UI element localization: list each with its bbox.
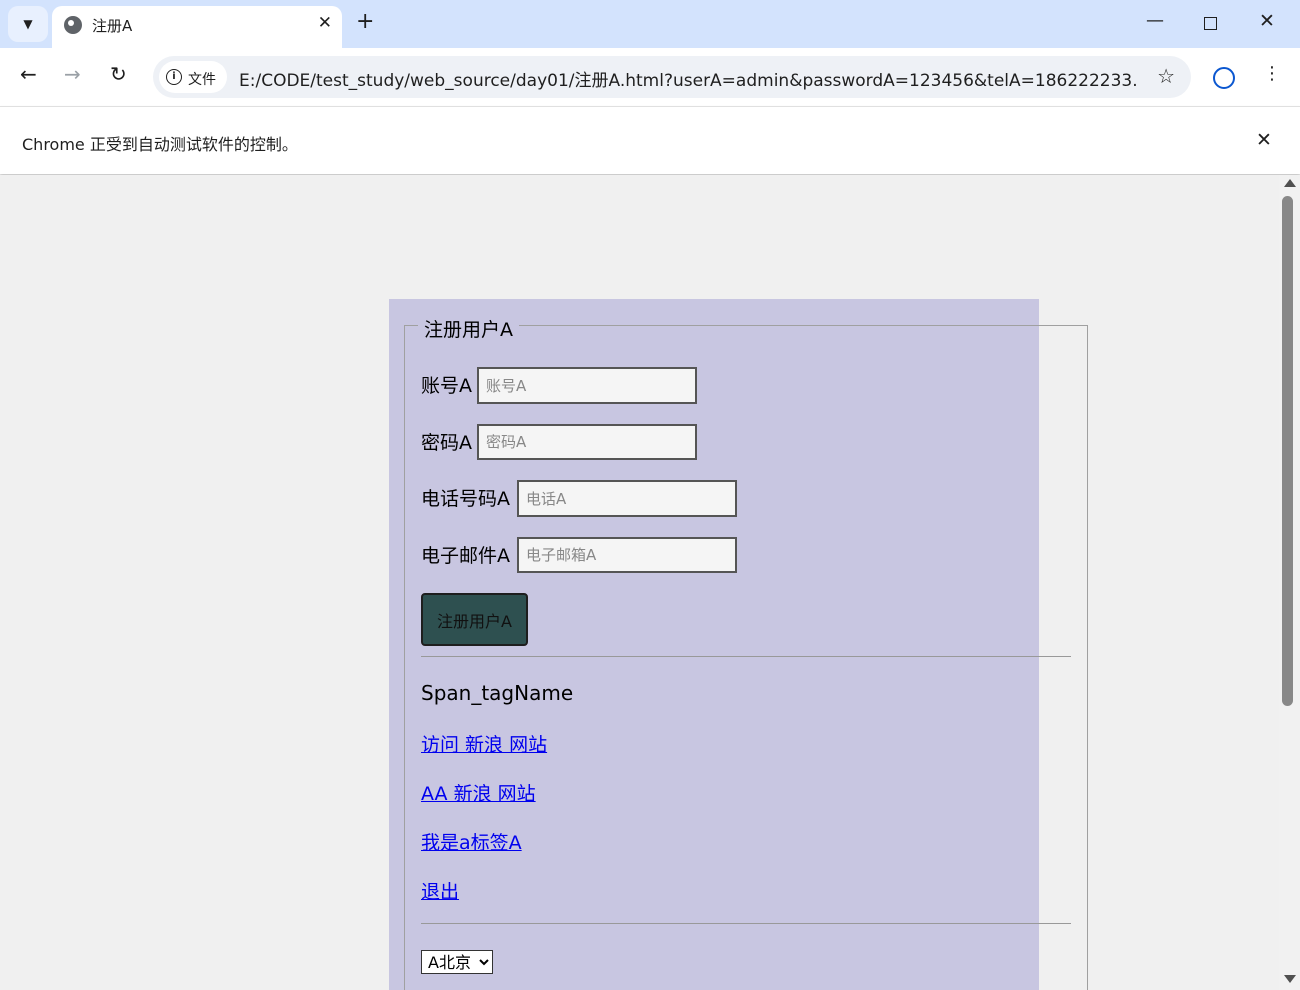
menu-icon[interactable]: ⋮ [1263,63,1281,84]
phone-input[interactable] [517,480,737,517]
address-bar[interactable]: i 文件 E:/CODE/test_study/web_source/day01… [153,56,1191,98]
maximize-icon[interactable] [1204,17,1217,30]
account-input[interactable] [477,367,697,404]
span-text: Span_tagName [421,681,574,705]
minimize-icon[interactable]: — [1146,10,1164,31]
globe-icon [64,16,82,34]
info-icon: i [166,69,182,85]
city-select[interactable]: A北京 [421,950,493,974]
link-exit[interactable]: 退出 [421,877,459,904]
password-label: 密码A [421,432,472,454]
infobar-close-icon[interactable]: ✕ [1256,129,1272,151]
link-a-tag[interactable]: 我是a标签A [421,828,522,855]
profile-icon[interactable] [1213,67,1235,89]
fieldset-legend: 注册用户A [418,315,519,342]
divider [421,923,1071,924]
vertical-scrollbar[interactable] [1279,175,1300,990]
scroll-thumb[interactable] [1282,196,1293,706]
account-label: 账号A [421,375,472,397]
infobar-message: Chrome 正受到自动测试软件的控制。 [22,135,298,154]
tab-close-icon[interactable]: ✕ [318,13,332,33]
email-label: 电子邮件A [421,545,510,567]
new-tab-button[interactable]: + [356,9,374,34]
email-input[interactable] [517,537,737,573]
browser-toolbar: ← → ↻ i 文件 E:/CODE/test_study/web_source… [0,48,1300,106]
divider [421,656,1071,657]
star-icon[interactable]: ☆ [1157,64,1175,88]
browser-tab[interactable]: 注册A ✕ [52,6,342,48]
window-close-icon[interactable]: ✕ [1259,10,1275,32]
tab-strip: ▼ 注册A ✕ + — ✕ [0,0,1300,48]
forward-icon[interactable]: → [64,62,81,86]
automation-infobar: Chrome 正受到自动测试软件的控制。 ✕ [0,106,1300,174]
scroll-down-arrow[interactable] [1284,975,1296,983]
password-input[interactable] [477,424,697,460]
scroll-up-arrow[interactable] [1284,179,1296,187]
url-text[interactable]: E:/CODE/test_study/web_source/day01/注册A.… [239,66,1139,91]
page-viewport: 注册用户A 账号A 密码A 电话号码A 电子邮件A 注册用户A Span_tag… [0,175,1279,990]
link-visit-sina[interactable]: 访问 新浪 网站 [421,730,547,757]
back-icon[interactable]: ← [20,62,37,86]
chevron-down-icon: ▼ [23,17,33,31]
site-info-label: 文件 [188,72,216,88]
site-info-chip[interactable]: i 文件 [159,61,227,93]
tab-title: 注册A [92,17,133,35]
phone-label: 电话号码A [421,488,510,510]
link-aa-sina[interactable]: AA 新浪 网站 [421,779,536,806]
register-submit-button[interactable]: 注册用户A [421,593,528,646]
reload-icon[interactable]: ↻ [110,62,127,86]
tab-search-button[interactable]: ▼ [8,6,48,42]
